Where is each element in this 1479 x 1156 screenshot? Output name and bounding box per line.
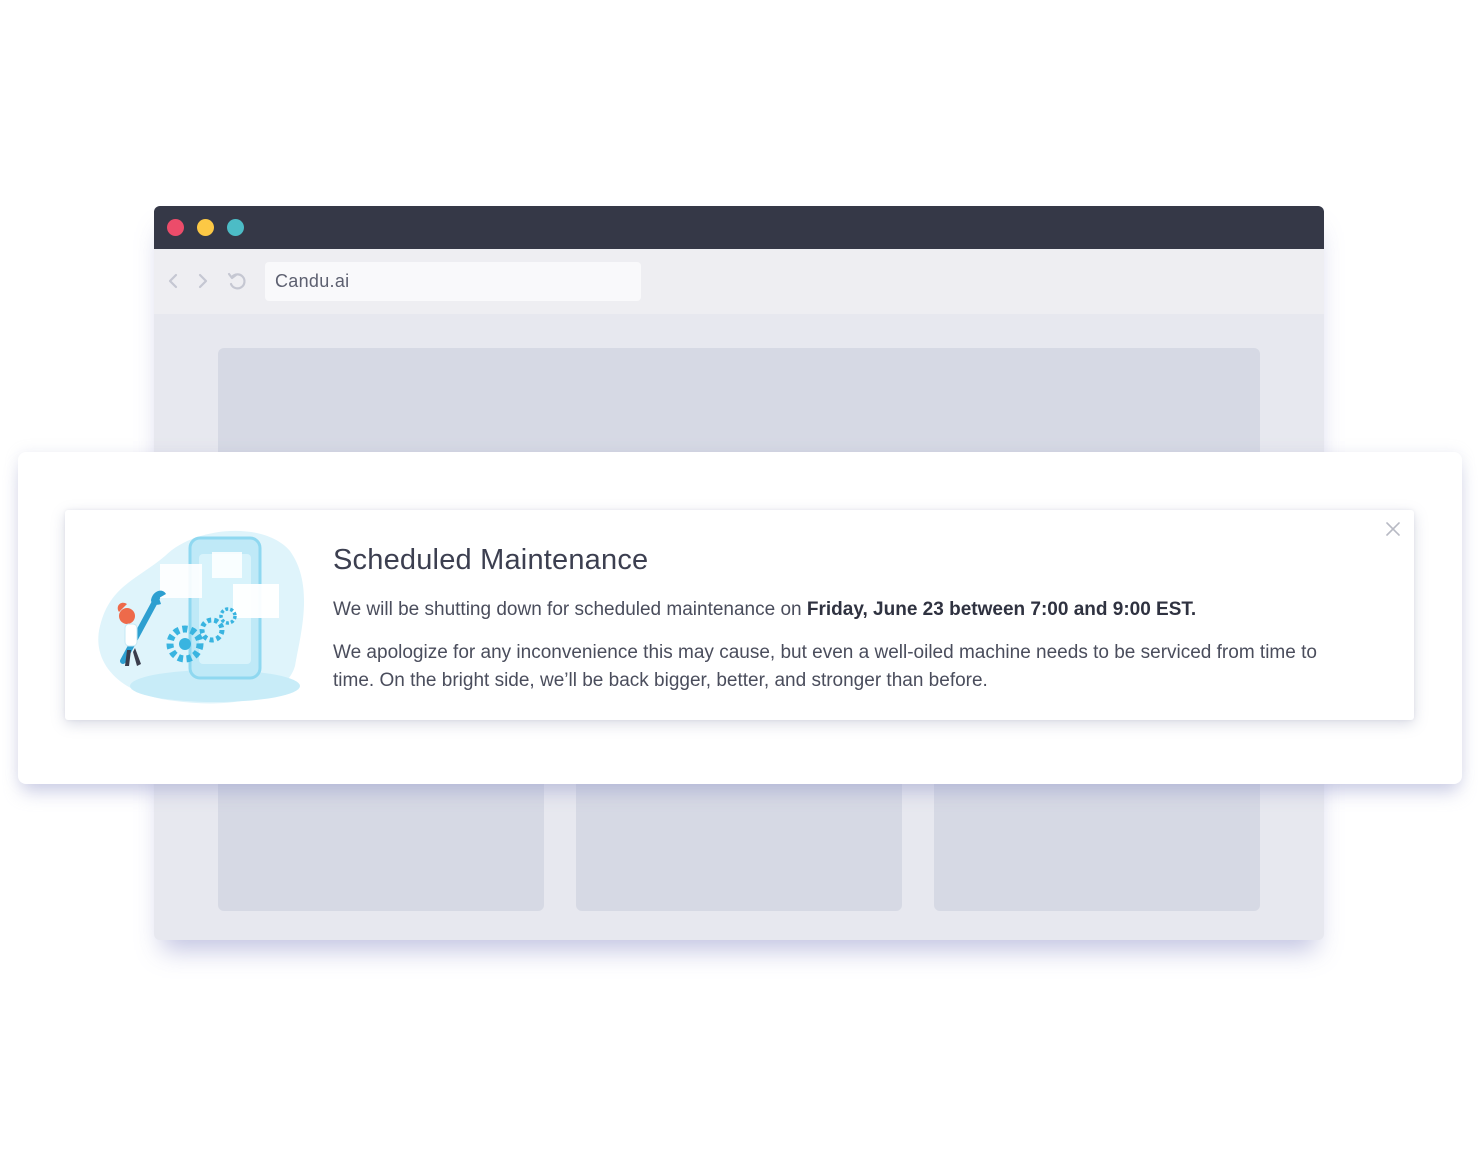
- banner-schedule-text: We will be shutting down for scheduled m…: [333, 599, 1196, 621]
- chevron-right-icon[interactable]: [196, 271, 210, 295]
- browser-toolbar: Candu.ai: [154, 249, 1324, 314]
- maintenance-illustration: [98, 530, 305, 704]
- browser-titlebar: [154, 206, 1324, 249]
- address-bar[interactable]: Candu.ai: [265, 262, 641, 301]
- maintenance-banner: Scheduled Maintenance We will be shuttin…: [65, 510, 1414, 720]
- window-minimize-button[interactable]: [197, 219, 214, 236]
- chevron-left-icon[interactable]: [166, 271, 180, 295]
- reload-icon[interactable]: [226, 270, 248, 296]
- schedule-prefix: We will be shutting down for scheduled m…: [333, 599, 807, 620]
- window-maximize-button[interactable]: [227, 219, 244, 236]
- banner-title: Scheduled Maintenance: [333, 544, 649, 576]
- window-close-button[interactable]: [167, 219, 184, 236]
- schedule-datetime: Friday, June 23 between 7:00 and 9:00 ES…: [806, 599, 1197, 620]
- banner-paragraph: We apologize for any inconvenience this …: [333, 642, 1317, 691]
- close-icon[interactable]: [1384, 520, 1402, 538]
